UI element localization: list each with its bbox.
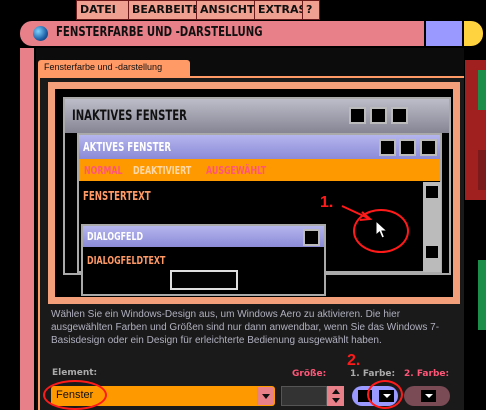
size-label: Größe: <box>292 369 327 379</box>
scroll-down-button[interactable] <box>424 244 440 260</box>
info-text: Wählen Sie ein Windows-Design aus, um Wi… <box>51 309 440 346</box>
chevron-up-icon[interactable] <box>332 389 340 394</box>
menu-extras[interactable]: EXTRAS <box>254 0 304 20</box>
annotation-circle-element <box>43 380 107 410</box>
window-app-icon <box>33 26 48 41</box>
right-lcars-block-3 <box>478 150 486 190</box>
dialog-sample-text: DIALOGFELDTEXT <box>87 254 166 267</box>
active-close-button[interactable] <box>420 139 437 156</box>
menu-sample-normal[interactable]: NORMAL <box>84 164 123 177</box>
annotation-step2-number: 2. <box>347 352 361 369</box>
title-bar: FENSTERFARBE UND -DARSTELLUNG <box>20 21 486 46</box>
active-maximize-button[interactable] <box>399 139 416 156</box>
annotation-step1-number: 1. <box>320 194 334 211</box>
title-bar-end-cap <box>464 21 483 46</box>
dialog-sample-close-button[interactable] <box>303 229 320 246</box>
active-minimize-button[interactable] <box>379 139 396 156</box>
right-lcars-block-2 <box>478 70 486 110</box>
window-title: FENSTERFARBE UND -DARSTELLUNG <box>56 25 263 40</box>
menu-ansicht[interactable]: ANSICHT <box>196 0 256 20</box>
color1-label: 1. Farbe: <box>350 369 396 379</box>
inactive-close-button[interactable] <box>391 107 408 124</box>
dialog-sample-title: DIALOGFELD <box>87 230 144 243</box>
color2-label: 2. Farbe: <box>404 369 450 379</box>
menu-bearbeiten[interactable]: BEARBEITEN <box>128 0 198 20</box>
menu-sample-selected[interactable]: AUSGEWÄHLT <box>206 164 266 177</box>
active-window-title: AKTIVES FENSTER <box>83 140 172 154</box>
left-lcars-bar <box>20 48 34 410</box>
window-text-sample: FENSTERTEXT <box>83 189 151 203</box>
annotation-circle-2 <box>367 380 403 409</box>
menu-sample-disabled[interactable]: DEAKTIVIERT <box>133 164 191 177</box>
tab-fensterfarbe[interactable]: Fensterfarbe und -darstellung <box>38 60 190 76</box>
tab-label: Fensterfarbe und -darstellung <box>44 62 163 72</box>
inactive-window-title: INAKTIVES FENSTER <box>72 108 187 124</box>
size-input[interactable] <box>281 386 327 406</box>
dialog-sample-button[interactable] <box>170 270 238 290</box>
element-label: Element: <box>52 368 98 378</box>
color2-picker[interactable] <box>404 386 450 406</box>
menu-bar: DATEI BEARBEITEN ANSICHT EXTRAS ? <box>0 0 486 20</box>
size-stepper[interactable] <box>327 386 344 406</box>
menu-help[interactable]: ? <box>302 0 320 20</box>
inactive-maximize-button[interactable] <box>370 107 387 124</box>
chevron-down-icon[interactable] <box>421 390 436 402</box>
chevron-down-icon[interactable] <box>257 387 274 405</box>
scroll-up-button[interactable] <box>424 184 440 200</box>
chevron-down-icon[interactable] <box>332 398 340 403</box>
inactive-minimize-button[interactable] <box>349 107 366 124</box>
right-lcars-block-4 <box>478 260 486 330</box>
mouse-cursor-icon <box>375 220 389 239</box>
title-bar-block <box>426 21 462 46</box>
